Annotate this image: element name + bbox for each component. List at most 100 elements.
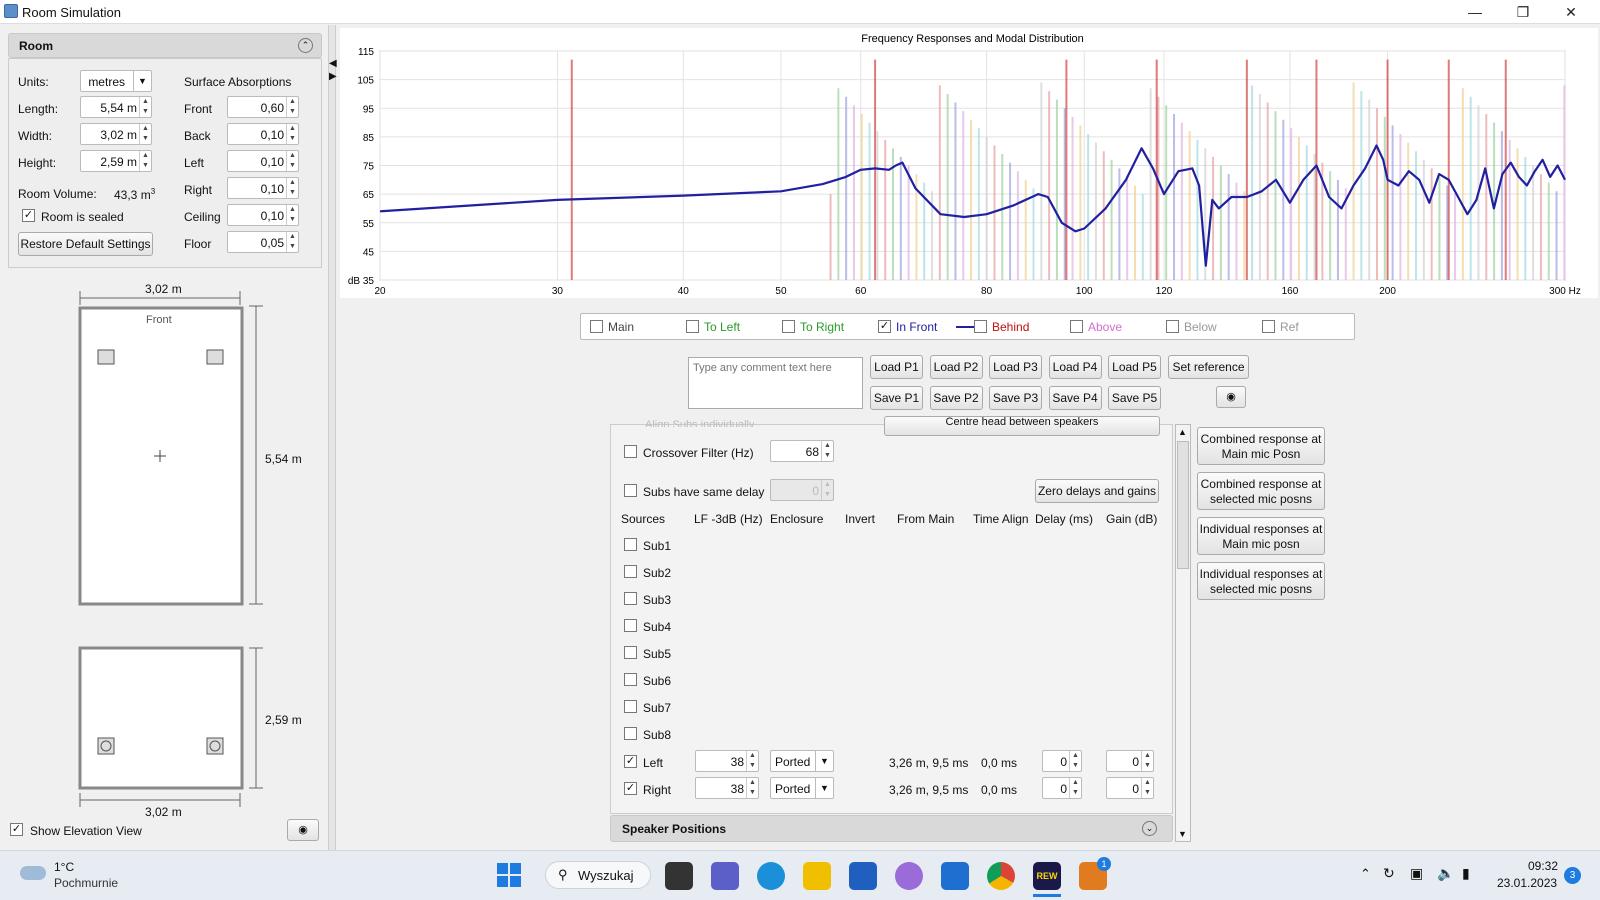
legend-checkbox-above[interactable] [1070, 320, 1083, 333]
left-speaker-plan-icon[interactable] [97, 349, 115, 365]
legend-checkbox-below[interactable] [1166, 320, 1179, 333]
weather-temp[interactable]: 1°C [54, 860, 74, 874]
response-button-2[interactable]: Combined response at selected mic posns [1197, 472, 1325, 510]
clock-time[interactable]: 09:32 [1528, 859, 1558, 873]
left-delay-stepper[interactable]: 0 ▲ ▼ [1042, 750, 1082, 772]
sub5-checkbox[interactable] [624, 646, 637, 659]
set-reference-button[interactable]: Set reference [1168, 355, 1249, 379]
battery-icon[interactable]: ▮ [1462, 865, 1470, 882]
expand-right-icon[interactable]: ▶ [329, 71, 337, 82]
speaker-mute-icon[interactable]: 🔈 [1437, 865, 1454, 882]
stepper-arrows-icon[interactable]: ▲ ▼ [286, 151, 298, 171]
units-select[interactable]: metres ▼ [80, 70, 152, 92]
load-p2-button[interactable]: Load P2 [929, 355, 983, 379]
same-delay-checkbox[interactable] [624, 484, 637, 497]
stepper-arrows-icon[interactable]: ▲ ▼ [1069, 751, 1081, 771]
load-p1-button[interactable]: Load P1 [870, 355, 923, 379]
right-enclosure-select[interactable]: Ported ▼ [770, 777, 834, 799]
length-stepper[interactable]: 5,54 m ▲ ▼ [80, 96, 152, 118]
sub3-checkbox[interactable] [624, 592, 637, 605]
notification-badge[interactable]: 3 [1564, 867, 1581, 884]
left-speaker-elev-icon[interactable] [97, 737, 115, 755]
response-button-1[interactable]: Combined response at Main mic Posn [1197, 427, 1325, 465]
mail-icon[interactable] [941, 862, 969, 890]
save-p4-button[interactable]: Save P4 [1048, 386, 1102, 410]
stepper-arrows-icon[interactable]: ▲ ▼ [746, 751, 758, 771]
right-gain-stepper[interactable]: 0 ▲ ▼ [1106, 777, 1154, 799]
left-speaker-checkbox[interactable]: ✓ [624, 755, 637, 768]
absorption-stepper-floor[interactable]: 0,05 ▲ ▼ [227, 231, 299, 253]
stepper-arrows-icon[interactable]: ▲ ▼ [1141, 778, 1153, 798]
stepper-arrows-icon[interactable]: ▲ ▼ [286, 97, 298, 117]
camera-icon[interactable]: ◉ [287, 819, 319, 841]
room-panel-header[interactable]: Room ⌃ [8, 33, 322, 58]
stepper-arrows-icon[interactable]: ▲ ▼ [286, 232, 298, 252]
width-stepper[interactable]: 3,02 m ▲ ▼ [80, 123, 152, 145]
room-sealed-checkbox[interactable]: ✓ [22, 209, 35, 222]
dropdown-arrow-icon[interactable]: ▼ [133, 71, 151, 91]
teams-chat-icon[interactable] [711, 862, 739, 890]
stepper-arrows-icon[interactable]: ▲ ▼ [139, 124, 151, 144]
sub8-checkbox[interactable] [624, 727, 637, 740]
crossover-stepper[interactable]: 68 ▲ ▼ [770, 440, 834, 462]
left-lf-stepper[interactable]: 38 ▲ ▼ [695, 750, 759, 772]
sub7-checkbox[interactable] [624, 700, 637, 713]
restore-defaults-button[interactable]: Restore Default Settings [18, 232, 153, 256]
clock-date[interactable]: 23.01.2023 [1497, 876, 1557, 890]
right-speaker-elev-icon[interactable] [206, 737, 224, 755]
stepper-arrows-icon[interactable]: ▲ ▼ [821, 441, 833, 461]
scroll-up-icon[interactable]: ▲ [1178, 427, 1187, 437]
sub2-checkbox[interactable] [624, 565, 637, 578]
save-p1-button[interactable]: Save P1 [870, 386, 923, 410]
save-p5-button[interactable]: Save P5 [1108, 386, 1161, 410]
response-button-4[interactable]: Individual responses at selected mic posn… [1197, 562, 1325, 600]
minimize-button[interactable]: — [1452, 0, 1498, 24]
load-p3-button[interactable]: Load P3 [989, 355, 1042, 379]
load-p4-button[interactable]: Load P4 [1048, 355, 1102, 379]
collapse-icon[interactable]: ⌃ [298, 38, 313, 53]
crossover-checkbox[interactable] [624, 445, 637, 458]
stepper-arrows-icon[interactable]: ▲ ▼ [286, 124, 298, 144]
stepper-arrows-icon[interactable]: ▲ ▼ [1141, 751, 1153, 771]
absorption-stepper-left[interactable]: 0,10 ▲ ▼ [227, 150, 299, 172]
dropdown-arrow-icon[interactable]: ▼ [815, 751, 833, 771]
taskbar-search[interactable]: ⚲ Wyszukaj [545, 861, 651, 889]
stepper-arrows-icon[interactable]: ▲ ▼ [139, 151, 151, 171]
scroll-thumb[interactable] [1177, 441, 1189, 569]
left-enclosure-select[interactable]: Ported ▼ [770, 750, 834, 772]
right-speaker-plan-icon[interactable] [206, 349, 224, 365]
dropdown-arrow-icon[interactable]: ▼ [815, 778, 833, 798]
absorption-stepper-right[interactable]: 0,10 ▲ ▼ [227, 177, 299, 199]
photos-icon[interactable] [895, 862, 923, 890]
response-button-3[interactable]: Individual responses at Main mic posn [1197, 517, 1325, 555]
right-delay-stepper[interactable]: 0 ▲ ▼ [1042, 777, 1082, 799]
save-p3-button[interactable]: Save P3 [989, 386, 1042, 410]
collapse-left-icon[interactable]: ◀ [329, 58, 337, 69]
load-p5-button[interactable]: Load P5 [1108, 355, 1161, 379]
sync-icon[interactable]: ↻ [1383, 865, 1395, 882]
expand-icon[interactable]: ⌄ [1142, 821, 1157, 836]
rew-app-icon[interactable]: REW [1033, 862, 1061, 890]
stepper-arrows-icon[interactable]: ▲ ▼ [286, 205, 298, 225]
pane-divider[interactable]: ◀ ▶ [328, 25, 337, 850]
legend-checkbox-in-front[interactable]: ✓ [878, 320, 891, 333]
absorption-stepper-back[interactable]: 0,10 ▲ ▼ [227, 123, 299, 145]
stepper-arrows-icon[interactable]: ▲ ▼ [139, 97, 151, 117]
right-lf-stepper[interactable]: 38 ▲ ▼ [695, 777, 759, 799]
legend-checkbox-main[interactable] [590, 320, 603, 333]
comment-input[interactable] [688, 357, 863, 409]
stepper-arrows-icon[interactable]: ▲ ▼ [1069, 778, 1081, 798]
absorption-stepper-ceiling[interactable]: 0,10 ▲ ▼ [227, 204, 299, 226]
stepper-arrows-icon[interactable]: ▲ ▼ [746, 778, 758, 798]
task-view-icon[interactable] [665, 862, 693, 890]
zero-delays-button[interactable]: Zero delays and gains [1035, 479, 1159, 503]
sub6-checkbox[interactable] [624, 673, 637, 686]
subs-scrollbar[interactable]: ▲ ▼ [1175, 424, 1191, 842]
weather-desc[interactable]: Pochmurnie [54, 876, 118, 890]
sub4-checkbox[interactable] [624, 619, 637, 632]
scroll-down-icon[interactable]: ▼ [1178, 829, 1187, 839]
store-icon[interactable] [849, 862, 877, 890]
absorption-stepper-front[interactable]: 0,60 ▲ ▼ [227, 96, 299, 118]
file-explorer-icon[interactable] [803, 862, 831, 890]
centre-head-button[interactable]: Centre head between speakers [884, 416, 1160, 436]
